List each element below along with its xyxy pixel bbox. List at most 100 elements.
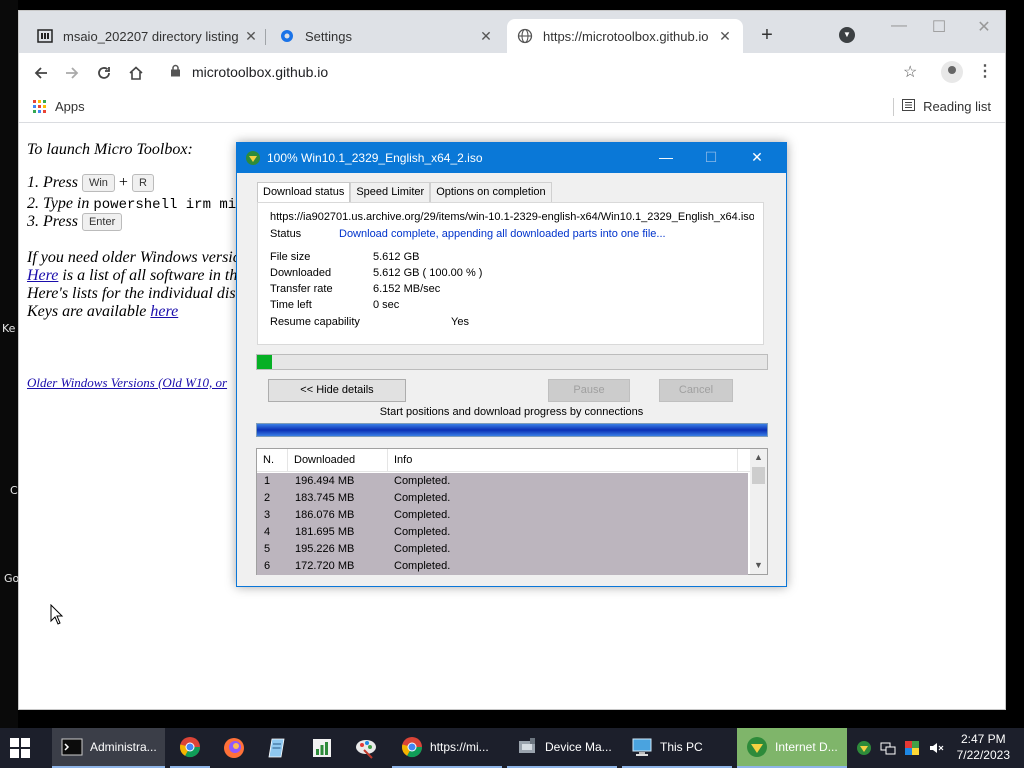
cell-info: Completed. bbox=[394, 492, 451, 504]
archive-icon bbox=[37, 28, 53, 44]
column-info[interactable]: Info bbox=[388, 449, 738, 472]
network-icon[interactable] bbox=[880, 740, 896, 756]
chrome-icon bbox=[400, 735, 424, 759]
taskbar-item-spreadsheet[interactable] bbox=[302, 728, 342, 768]
cell-number: 3 bbox=[264, 509, 271, 521]
list-scrollbar[interactable]: ▲ ▼ bbox=[750, 449, 767, 574]
taskbar-item-chrome[interactable] bbox=[170, 728, 210, 768]
dialog-title: 100% Win10.1_2329_English_x64_2.iso bbox=[267, 151, 483, 165]
home-icon[interactable] bbox=[124, 61, 148, 85]
table-row[interactable]: 5 195.226 MB Completed. bbox=[257, 541, 748, 558]
speaker-muted-icon[interactable] bbox=[928, 740, 944, 756]
apps-grid-icon bbox=[33, 99, 47, 114]
taskbar-item-administrator[interactable]: Administra... bbox=[52, 728, 165, 768]
tab-speed-limiter[interactable]: Speed Limiter bbox=[350, 182, 431, 202]
reading-list-button[interactable]: Reading list bbox=[902, 99, 991, 114]
step-1-text: 1. Press bbox=[27, 174, 78, 191]
back-arrow-icon[interactable] bbox=[29, 61, 53, 85]
taskbar-item-chrome-window[interactable]: https://mi... bbox=[392, 728, 502, 768]
connections-list[interactable]: N. Downloaded Info 1 196.494 MB Completed.… bbox=[256, 448, 768, 575]
cell-downloaded: 172.720 MB bbox=[295, 560, 355, 572]
file-size-value: 5.612 GB bbox=[373, 251, 420, 263]
profile-avatar[interactable] bbox=[941, 61, 963, 83]
download-status-panel: https://ia902701.us.archive.org/29/items… bbox=[257, 202, 764, 345]
menu-kebab-icon[interactable]: ⋮ bbox=[977, 61, 993, 81]
cell-downloaded: 186.076 MB bbox=[295, 509, 355, 521]
tab-title: https://microtoolbox.github.io bbox=[543, 28, 709, 44]
tab-download-status[interactable]: Download status bbox=[257, 182, 351, 203]
hide-details-button[interactable]: << Hide details bbox=[268, 379, 406, 402]
close-icon[interactable]: ✕ bbox=[742, 149, 772, 166]
plus-sign: + bbox=[118, 174, 128, 191]
taskbar-item-notepad[interactable] bbox=[258, 728, 298, 768]
dialog-tabs: Download status Speed Limiter Options on… bbox=[257, 182, 552, 203]
desktop-icon-label[interactable]: Go bbox=[4, 572, 19, 585]
desktop-icon-label[interactable]: C bbox=[10, 484, 18, 497]
table-row[interactable]: 6 172.720 MB Completed. bbox=[257, 558, 748, 575]
cell-number: 1 bbox=[264, 475, 271, 487]
bookmark-star-icon[interactable]: ☆ bbox=[903, 62, 917, 82]
progress-fill bbox=[257, 355, 273, 369]
downloaded-label: Downloaded bbox=[270, 267, 332, 279]
taskbar-item-device-manager[interactable]: Device Ma... bbox=[507, 728, 617, 768]
column-downloaded[interactable]: Downloaded bbox=[288, 449, 388, 472]
connections-label: Start positions and download progress by… bbox=[379, 406, 644, 418]
keys-text: Keys are available bbox=[27, 303, 151, 320]
key-win: Win bbox=[81, 174, 115, 193]
older-versions-link[interactable]: Older Windows Versions (Old W10, or bbox=[27, 375, 227, 390]
address-bar[interactable]: microtoolbox.github.io bbox=[162, 57, 932, 87]
close-window-icon[interactable]: ✕ bbox=[964, 17, 1004, 37]
bookmarks-bar: Apps Reading list bbox=[19, 91, 1005, 123]
tab-microtoolbox[interactable]: https://microtoolbox.github.io ✕ bbox=[507, 19, 743, 53]
taskbar-item-this-pc[interactable]: This PC bbox=[622, 728, 732, 768]
tab-settings[interactable]: Settings ✕ bbox=[269, 19, 504, 53]
reload-icon[interactable] bbox=[92, 61, 116, 85]
tab-search-icon[interactable]: ▼ bbox=[839, 27, 855, 43]
cell-number: 6 bbox=[264, 560, 271, 572]
paint-icon bbox=[354, 736, 378, 760]
windows-start-icon[interactable] bbox=[10, 738, 30, 758]
tab-options-on-completion[interactable]: Options on completion bbox=[430, 182, 552, 202]
table-row[interactable]: 2 183.745 MB Completed. bbox=[257, 490, 748, 507]
cell-info: Completed. bbox=[394, 560, 451, 572]
cell-downloaded: 183.745 MB bbox=[295, 492, 355, 504]
notepad-icon bbox=[266, 736, 290, 760]
column-n[interactable]: N. bbox=[257, 449, 288, 472]
table-row[interactable]: 4 181.695 MB Completed. bbox=[257, 524, 748, 541]
resume-row: Resume capability Yes bbox=[270, 316, 469, 328]
minimize-icon[interactable]: — bbox=[651, 149, 681, 165]
scroll-up-icon[interactable]: ▲ bbox=[750, 449, 767, 466]
new-tab-button[interactable]: + bbox=[755, 25, 779, 45]
download-url: https://ia902701.us.archive.org/29/items… bbox=[270, 211, 754, 223]
downloaded-value: 5.612 GB ( 100.00 % ) bbox=[373, 267, 483, 279]
taskbar-item-internet-download-manager[interactable]: Internet D... bbox=[737, 728, 847, 768]
system-clock[interactable]: 2:47 PM 7/22/2023 bbox=[957, 731, 1010, 763]
transfer-rate-row: Transfer rate 6.152 MB/sec bbox=[270, 283, 440, 295]
keys-here-link[interactable]: here bbox=[150, 303, 178, 320]
mouse-cursor-icon bbox=[50, 604, 64, 625]
downloaded-row: Downloaded 5.612 GB ( 100.00 % ) bbox=[270, 267, 482, 279]
apps-shortcut[interactable]: Apps bbox=[33, 99, 85, 114]
scroll-thumb[interactable] bbox=[752, 467, 765, 484]
here-link[interactable]: Here bbox=[27, 267, 58, 284]
tab-directory-listing[interactable]: msaio_202207 directory listing ✕ bbox=[27, 19, 269, 53]
lock-icon[interactable] bbox=[170, 64, 184, 80]
scroll-down-icon[interactable]: ▼ bbox=[750, 557, 767, 574]
close-icon[interactable]: ✕ bbox=[478, 28, 494, 45]
close-icon[interactable]: ✕ bbox=[243, 28, 259, 45]
taskbar-item-firefox[interactable] bbox=[214, 728, 254, 768]
idm-tray-icon[interactable] bbox=[856, 740, 872, 756]
taskbar-item-paint[interactable] bbox=[346, 728, 386, 768]
dialog-titlebar[interactable]: 100% Win10.1_2329_English_x64_2.iso — ☐ … bbox=[237, 143, 786, 173]
minimize-icon[interactable]: — bbox=[879, 17, 919, 35]
tab-separator bbox=[265, 29, 266, 45]
taskbar-label: This PC bbox=[660, 740, 703, 754]
color-app-tray-icon[interactable] bbox=[904, 740, 920, 756]
cell-info: Completed. bbox=[394, 543, 451, 555]
close-icon[interactable]: ✕ bbox=[717, 28, 733, 45]
table-row[interactable]: 3 186.076 MB Completed. bbox=[257, 507, 748, 524]
table-row[interactable]: 1 196.494 MB Completed. bbox=[257, 473, 748, 490]
forward-arrow-icon[interactable] bbox=[60, 61, 84, 85]
maximize-icon[interactable]: ☐ bbox=[919, 17, 959, 37]
desktop-icon-label[interactable]: Ke bbox=[2, 322, 15, 335]
